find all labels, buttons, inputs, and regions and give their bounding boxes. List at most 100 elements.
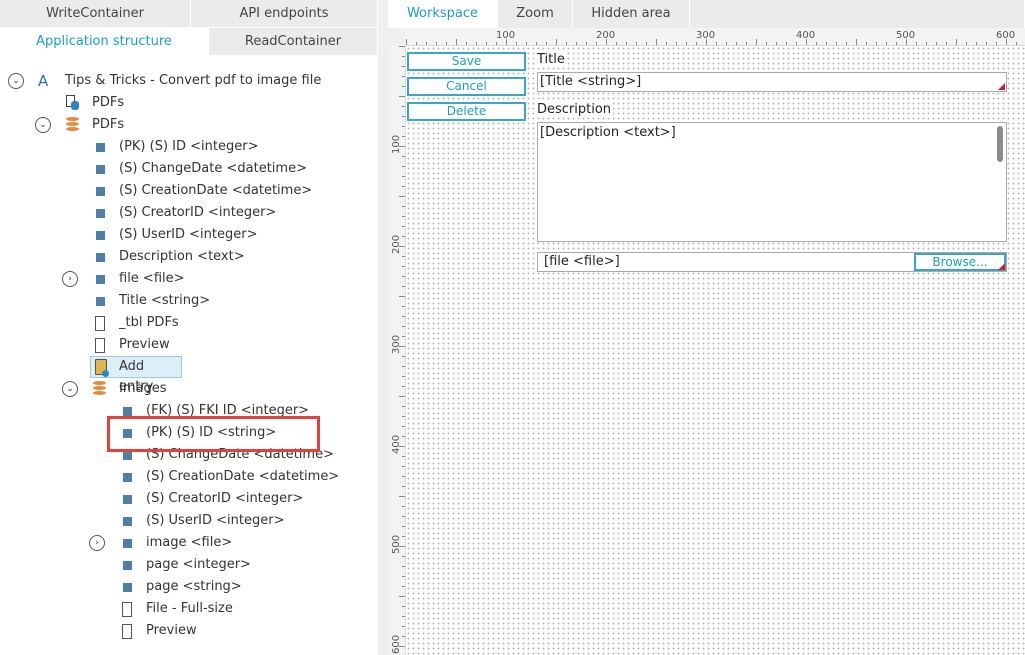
- ruler-tick: [746, 42, 747, 45]
- ruler-tick: [402, 306, 405, 307]
- ruler-tick: [516, 42, 517, 45]
- tree-item-label: File - Full-size: [146, 601, 233, 616]
- tree-item-add-entry[interactable]: Add entry: [90, 356, 182, 394]
- ruler-tick: [399, 646, 405, 647]
- ruler-tick: [402, 376, 405, 377]
- ruler-tick: [836, 42, 837, 45]
- field-icon: [96, 209, 105, 218]
- tree-field[interactable]: Title <string>: [96, 291, 356, 311]
- add-entry-icon: [95, 359, 109, 377]
- ruler-tick: [402, 606, 405, 607]
- tree-item-tbl-pdfs[interactable]: _tbl PDFs: [95, 313, 355, 333]
- tree-field-file[interactable]: › file <file>: [62, 269, 322, 289]
- page-icon: [122, 624, 132, 639]
- ruler-tick: [399, 46, 405, 47]
- chevron-down-icon[interactable]: ⌄: [35, 117, 51, 133]
- tree-field[interactable]: (S) CreationDate <datetime>: [96, 181, 356, 201]
- tree-field[interactable]: (S) UserID <integer>: [96, 225, 356, 245]
- ruler-tick: [436, 42, 437, 45]
- ruler-tick: [402, 356, 405, 357]
- field-icon: [96, 231, 105, 240]
- tree-item-file-fullsize[interactable]: File - Full-size: [122, 599, 352, 619]
- chevron-right-icon[interactable]: ›: [89, 535, 105, 551]
- file-field-value: [file <file>]: [544, 254, 620, 269]
- tree-item-label: Preview: [119, 337, 170, 352]
- chevron-down-icon[interactable]: ⌄: [62, 381, 78, 397]
- file-field[interactable]: [file <file>] Browse...: [537, 252, 1007, 272]
- ruler-tick: [616, 42, 617, 45]
- ruler-tick: [426, 42, 427, 45]
- cancel-button[interactable]: Cancel: [407, 77, 526, 96]
- ruler-label: 300: [391, 334, 402, 354]
- tree-field-image[interactable]: › image <file>: [89, 533, 319, 553]
- tab-hidden-area[interactable]: Hidden area: [573, 0, 690, 28]
- ruler-tick: [536, 42, 537, 45]
- ruler-tick: [402, 166, 405, 167]
- ruler-tick: [996, 42, 997, 45]
- tree-item-label: PDFs: [92, 95, 125, 110]
- tree-item-images-table[interactable]: ⌄ Images: [62, 379, 262, 399]
- tree-field[interactable]: Description <text>: [96, 247, 356, 267]
- tree-root[interactable]: ⌄ A Tips & Tricks - Convert pdf to image…: [8, 71, 328, 91]
- tab-application-structure[interactable]: Application structure: [0, 28, 209, 58]
- ruler-tick: [402, 456, 405, 457]
- ruler-tick: [402, 636, 405, 637]
- ruler-tick: [566, 42, 567, 45]
- tree-field-label: (S) UserID <integer>: [146, 513, 285, 528]
- tree-field[interactable]: (PK) (S) ID <integer>: [96, 137, 356, 157]
- ruler-tick: [399, 396, 405, 397]
- tree-field[interactable]: (S) CreationDate <datetime>: [123, 467, 353, 487]
- tab-workspace[interactable]: Workspace: [388, 0, 498, 28]
- ruler-tick: [896, 42, 897, 45]
- delete-button[interactable]: Delete: [407, 102, 526, 121]
- ruler-tick: [402, 366, 405, 367]
- browse-button[interactable]: Browse...: [914, 253, 1006, 271]
- ruler-tick: [402, 276, 405, 277]
- ruler-tick: [686, 42, 687, 45]
- title-field[interactable]: [Title <string>]: [537, 72, 1007, 92]
- ruler-tick: [399, 296, 405, 297]
- ruler-tick: [402, 626, 405, 627]
- ruler-tick: [402, 236, 405, 237]
- description-field[interactable]: [Description <text>]: [537, 122, 1007, 242]
- tree-field[interactable]: page <integer>: [123, 555, 353, 575]
- ruler-tick: [796, 42, 797, 45]
- tree-item-images-preview[interactable]: Preview: [122, 621, 352, 641]
- workspace-canvas[interactable]: Save Cancel Delete Title [Title <string>…: [406, 46, 1025, 655]
- tab-zoom[interactable]: Zoom: [498, 0, 573, 28]
- chevron-right-icon[interactable]: ›: [62, 271, 78, 287]
- page-icon: [95, 316, 105, 331]
- tree-field-label: (S) CreatorID <integer>: [146, 491, 304, 506]
- ruler-tick: [402, 386, 405, 387]
- tree-field[interactable]: page <string>: [123, 577, 353, 597]
- tree-field[interactable]: (S) ChangeDate <datetime>: [96, 159, 356, 179]
- ruler-tick: [466, 42, 467, 45]
- tree-item-pdfs-link[interactable]: PDFs: [66, 93, 266, 113]
- ruler-tick: [402, 616, 405, 617]
- tree-item-preview[interactable]: Preview: [95, 335, 355, 355]
- tab-write-container[interactable]: WriteContainer: [0, 0, 191, 28]
- ruler-tick: [556, 39, 557, 45]
- tree-field[interactable]: (S) CreatorID <integer>: [96, 203, 356, 223]
- field-icon: [123, 539, 132, 548]
- tab-api-endpoints[interactable]: API endpoints: [191, 0, 378, 28]
- field-icon: [123, 495, 132, 504]
- save-button[interactable]: Save: [407, 52, 526, 71]
- resize-handle-icon: [998, 83, 1005, 90]
- tab-read-container[interactable]: ReadContainer: [209, 28, 378, 56]
- ruler-tick: [656, 39, 657, 45]
- tree-field-label: page <string>: [146, 579, 242, 594]
- scrollbar-thumb[interactable]: [997, 126, 1003, 162]
- chevron-down-icon[interactable]: ⌄: [8, 73, 24, 89]
- ruler-tick: [402, 66, 405, 67]
- tree-field[interactable]: (S) CreatorID <integer>: [123, 489, 353, 509]
- tree-field[interactable]: (S) UserID <integer>: [123, 511, 353, 531]
- horizontal-ruler: 100 200 300 400 500 600: [406, 28, 1025, 46]
- ruler-tick: [546, 42, 547, 45]
- tree-item-pdfs-table[interactable]: ⌄ PDFs: [35, 115, 235, 135]
- ruler-tick: [936, 42, 937, 45]
- ruler-tick: [886, 42, 887, 45]
- ruler-tick: [716, 42, 717, 45]
- ruler-tick: [786, 42, 787, 45]
- ruler-tick: [856, 39, 857, 45]
